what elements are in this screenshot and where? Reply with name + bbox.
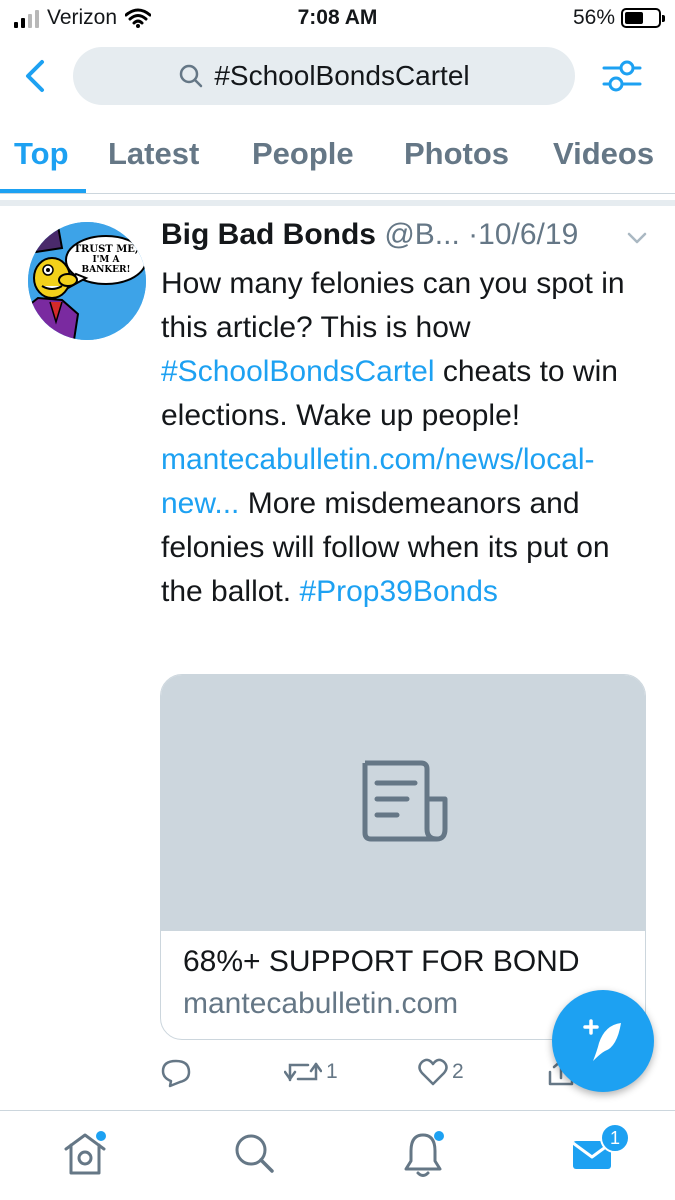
battery-percent: 56% [572, 6, 615, 29]
retweet-icon [284, 1062, 322, 1082]
nav-messages[interactable]: 1 [570, 1123, 630, 1179]
retweet-button[interactable]: 1 [284, 1058, 338, 1086]
meta-separator: · [468, 218, 479, 251]
like-count: 2 [452, 1060, 464, 1083]
card-domain: mantecabulletin.com [183, 987, 459, 1020]
tab-photos[interactable]: Photos [404, 136, 509, 172]
home-notification-dot [96, 1131, 106, 1141]
search-icon [235, 1134, 274, 1173]
tab-people[interactable]: People [252, 136, 354, 172]
chevron-down-icon[interactable] [626, 230, 648, 246]
hashtag-link[interactable]: #SchoolBondsCartel [161, 355, 435, 388]
hashtag-link-2[interactable]: #Prop39Bonds [299, 575, 498, 608]
tab-videos[interactable]: Videos [553, 136, 654, 172]
nav-home[interactable] [60, 1129, 110, 1179]
retweet-count: 1 [326, 1060, 338, 1083]
status-bar: Verizon 7:08 AM 56% [0, 0, 675, 38]
heart-icon [418, 1058, 448, 1086]
tweet-text: How many felonies can you spot in this a… [161, 262, 651, 614]
tweet-text-part1: How many felonies can you spot in this a… [161, 267, 625, 344]
search-input[interactable]: #SchoolBondsCartel [73, 47, 575, 105]
author-handle[interactable]: @B... [384, 218, 459, 251]
search-tabs: Top Latest People Photos Videos [0, 126, 675, 194]
tab-latest[interactable]: Latest [108, 136, 199, 172]
compose-icon [583, 1019, 621, 1061]
like-button[interactable]: 2 [418, 1058, 464, 1086]
tweet-date[interactable]: 10/6/19 [478, 218, 578, 251]
reply-icon [161, 1059, 191, 1088]
avatar-image: TRUST ME, I'M A BANKER! [28, 222, 146, 340]
article-icon [362, 760, 448, 842]
search-query: #SchoolBondsCartel [214, 60, 470, 91]
back-arrow-icon[interactable] [18, 56, 54, 96]
nav-notifications[interactable] [398, 1129, 448, 1179]
messages-badge: 1 [600, 1123, 630, 1153]
bottom-nav: 1 [0, 1110, 675, 1200]
author-name[interactable]: Big Bad Bonds [161, 218, 376, 251]
battery-icon [621, 8, 665, 28]
card-title: 68%+ SUPPORT FOR BOND [183, 945, 580, 978]
link-card[interactable]: 68%+ SUPPORT FOR BOND mantecabulletin.co… [160, 674, 646, 1040]
battery-fill [625, 12, 643, 24]
status-right: 56% [572, 6, 665, 30]
nav-search[interactable] [230, 1129, 280, 1179]
search-filter-icon[interactable] [600, 56, 644, 96]
search-icon [180, 64, 203, 88]
tweet-header: Big Bad Bonds @B... ·10/6/19 [161, 218, 651, 262]
card-image-placeholder [161, 675, 645, 931]
tab-top[interactable]: Top [14, 136, 69, 172]
avatar-text-line2: I'M A [92, 255, 120, 265]
avatar-text-line1: TRUST ME, [74, 244, 139, 255]
notifications-dot [434, 1131, 444, 1141]
avatar-text-line3: BANKER! [82, 265, 131, 275]
divider [0, 200, 675, 206]
reply-button[interactable] [160, 1058, 192, 1088]
avatar[interactable]: TRUST ME, I'M A BANKER! [28, 222, 146, 340]
compose-tweet-button[interactable] [552, 990, 654, 1092]
active-tab-indicator [0, 189, 86, 193]
search-header: #SchoolBondsCartel [0, 44, 675, 108]
